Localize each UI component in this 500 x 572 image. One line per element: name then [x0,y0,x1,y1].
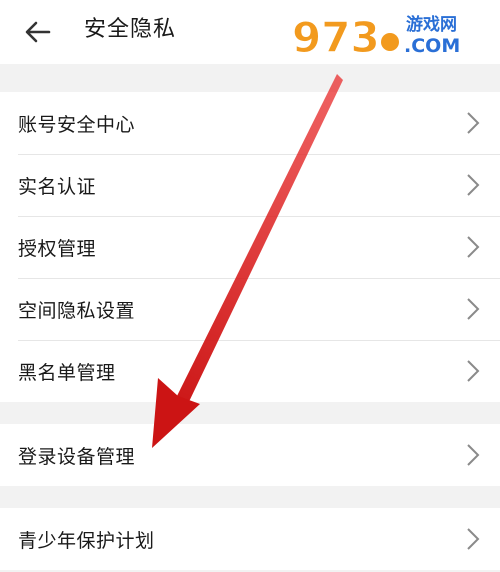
watermark-site: 游戏网 [406,14,457,35]
menu-item-label: 实名认证 [18,175,97,198]
chevron-right-icon [467,174,480,196]
menu-item-label: 账号安全中心 [18,113,136,136]
menu-item-youth-protection-plan[interactable]: 青少年保护计划 [0,508,500,570]
arrow-left-icon [25,21,51,43]
menu-item-authorization-management[interactable]: 授权管理 [0,216,500,278]
watermark-digits: 973 [292,13,380,62]
menu-item-blacklist-management[interactable]: 黑名单管理 [0,340,500,402]
settings-group-devices: 登录设备管理 [0,424,500,486]
back-button[interactable] [18,12,58,52]
chevron-right-icon [467,236,480,258]
menu-item-label: 登录设备管理 [18,445,136,468]
menu-item-label: 青少年保护计划 [18,529,155,552]
menu-item-space-privacy-settings[interactable]: 空间隐私设置 [0,278,500,340]
menu-item-label: 授权管理 [18,237,97,260]
menu-item-account-security-center[interactable]: 账号安全中心 [0,92,500,154]
chevron-right-icon [467,444,480,466]
chevron-right-icon [467,298,480,320]
site-watermark-logo: 973 游戏网 .COM [292,13,461,63]
settings-group-account: 账号安全中心 实名认证 授权管理 空间隐私设置 黑名单管理 [0,92,500,402]
menu-item-login-device-management[interactable]: 登录设备管理 [0,424,500,486]
chevron-right-icon [467,360,480,382]
settings-group-youth: 青少年保护计划 [0,508,500,570]
chevron-right-icon [467,112,480,134]
top-bar: 安全隐私 973 游戏网 .COM [0,0,500,64]
page-title: 安全隐私 [84,17,177,42]
watermark-domain: .COM [404,35,460,57]
menu-item-real-name-auth[interactable]: 实名认证 [0,154,500,216]
chevron-right-icon [467,528,480,550]
watermark-dot [381,33,399,51]
menu-item-label: 黑名单管理 [18,361,116,384]
menu-item-label: 空间隐私设置 [18,299,136,322]
